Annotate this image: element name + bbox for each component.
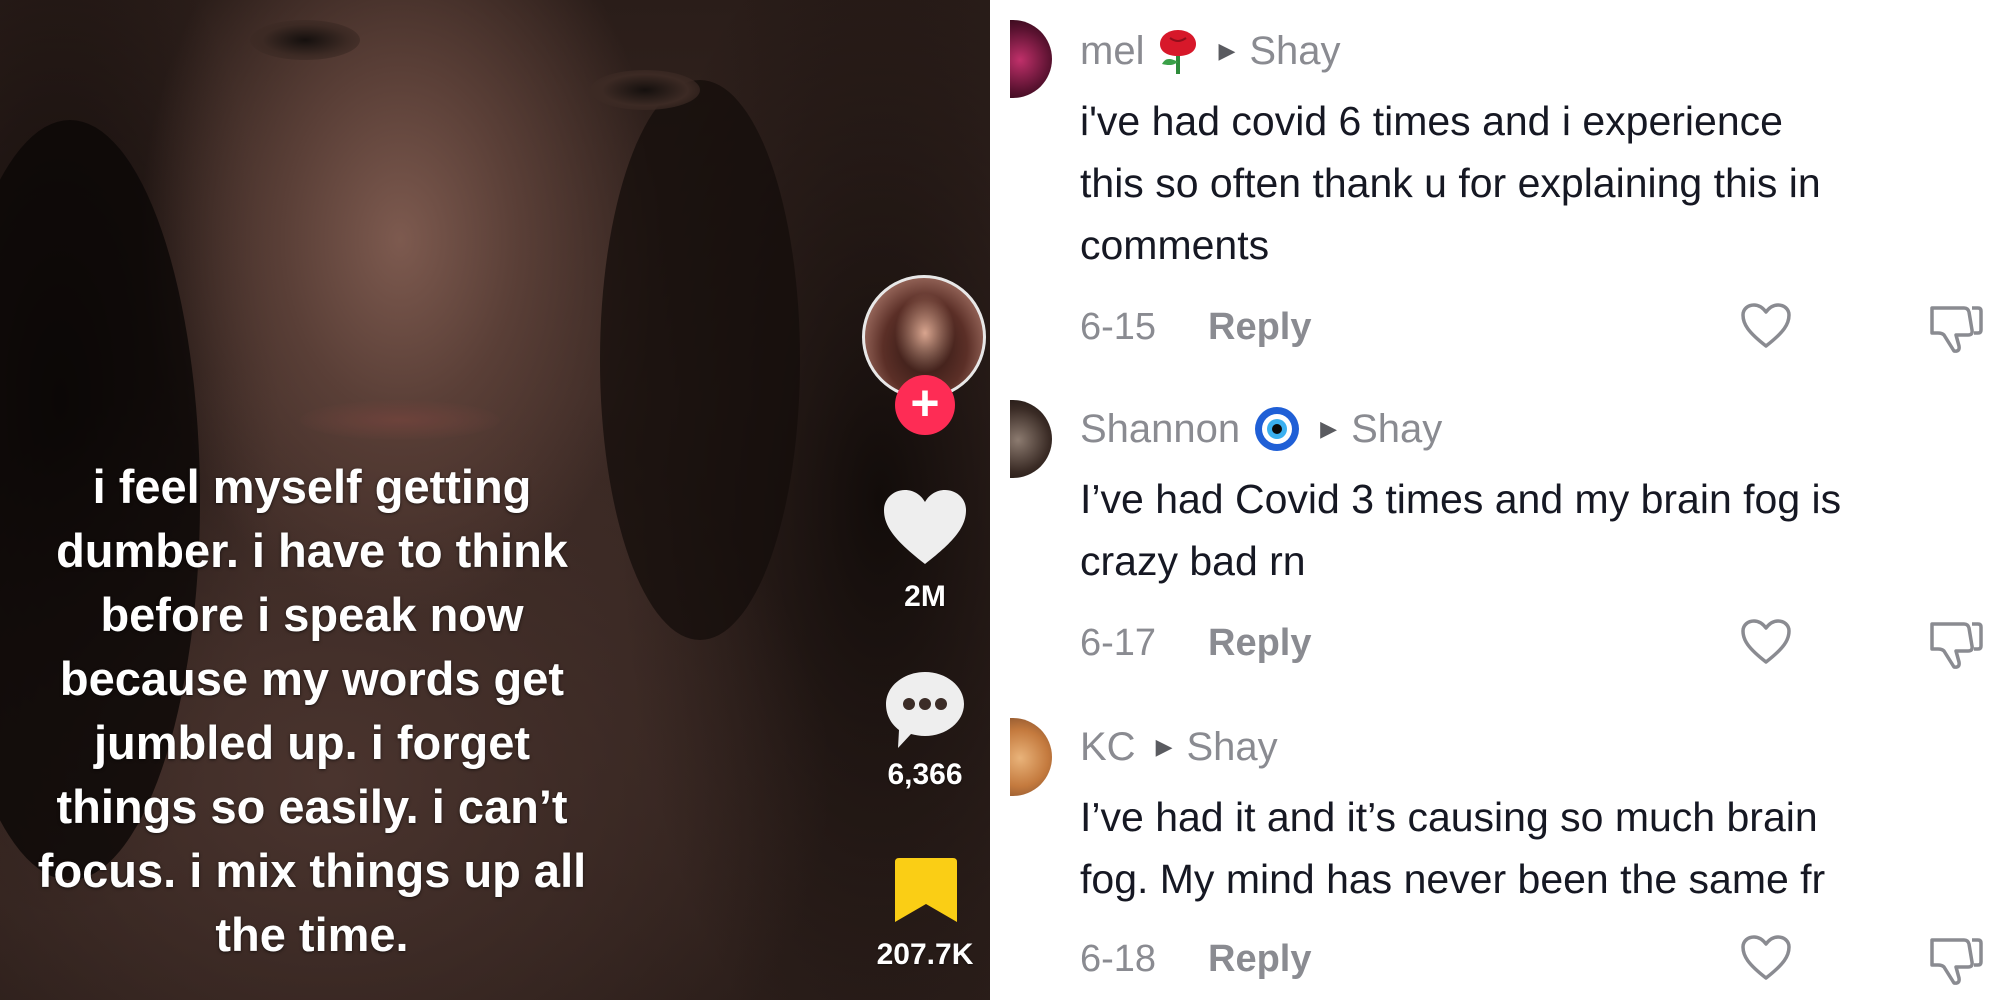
comment-author[interactable]: Shannon [1080,407,1240,452]
comment-header: Shannon ▶ Shay [1080,404,1442,454]
likes-count: 2M [904,580,946,613]
dislike-icon[interactable] [1928,618,1984,670]
video-caption: i feel myself getting dumber. i have to … [0,455,624,967]
comment-line: i've had covid 6 times and i experience [1080,98,1783,144]
rose-emoji-icon [1158,28,1198,74]
video-mouth [300,400,500,440]
comment-author[interactable]: mel [1080,29,1144,74]
dislike-icon[interactable] [1928,934,1984,986]
dislike-icon[interactable] [1928,302,1984,354]
video-eye-left [250,20,360,60]
commenter-avatar[interactable] [1010,400,1052,478]
video-eye-right [590,70,700,110]
comment-line: crazy bad rn [1080,538,1306,584]
like-heart-icon[interactable] [1740,618,1792,666]
comment-date: 6-18 [1080,937,1157,980]
caption-line: before i speak now [100,588,524,641]
nazar-amulet-emoji-icon [1254,406,1300,452]
caption-line: focus. i mix things up all [37,844,587,897]
follow-button[interactable]: + [895,375,955,435]
caption-line: i feel myself getting [92,460,532,513]
reply-button[interactable]: Reply [1208,306,1311,349]
like-heart-icon[interactable] [1740,302,1792,350]
comment-line: comments [1080,222,1270,268]
comment-author[interactable]: KC [1080,725,1136,770]
reply-button[interactable]: Reply [1208,938,1311,981]
heart-icon[interactable] [884,490,966,566]
caption-line: because my words get [59,652,565,705]
comments-panel: mel ▶ Shay i've had covid 6 times and i … [1010,0,2000,1000]
video-player[interactable]: i feel myself getting dumber. i have to … [0,0,990,1000]
comment-meta: 6-18 Reply [1080,934,1311,984]
comment-text: I’ve had it and it’s causing so much bra… [1080,786,2000,910]
comment-text: i've had covid 6 times and i experience … [1080,90,2000,276]
comment-header: KC ▶ Shay [1080,722,1278,772]
comment-bubble-icon[interactable] [884,670,966,750]
comment-header: mel ▶ Shay [1080,26,1341,76]
comment-line: fog. My mind has never been the same fr [1080,856,1826,902]
comment-line: I’ve had Covid 3 times and my brain fog … [1080,476,1842,522]
screenshot-collage: i feel myself getting dumber. i have to … [0,0,2000,1000]
reply-to-name[interactable]: Shay [1351,407,1442,452]
panel-divider [990,0,1010,1000]
reply-to-name[interactable]: Shay [1249,29,1340,74]
video-shadow-right [600,80,800,640]
comment-line: this so often thank u for explaining thi… [1080,160,1821,206]
caption-line: jumbled up. i forget [93,716,531,769]
reply-arrow-icon: ▶ [1320,416,1338,441]
like-heart-icon[interactable] [1740,934,1792,982]
comment-text: I’ve had Covid 3 times and my brain fog … [1080,468,2000,592]
comment-meta: 6-17 Reply [1080,618,1311,668]
reply-button[interactable]: Reply [1208,622,1311,665]
commenter-avatar[interactable] [1010,20,1052,98]
reply-to-name[interactable]: Shay [1187,725,1278,770]
saves-count: 207.7K [876,938,974,971]
commenter-avatar[interactable] [1010,718,1052,796]
caption-line: the time. [215,908,409,961]
bookmark-icon[interactable] [895,858,957,924]
comment-date: 6-15 [1080,305,1157,348]
comment-date: 6-17 [1080,621,1157,664]
reply-arrow-icon: ▶ [1218,38,1236,63]
comments-count: 6,366 [887,758,963,791]
comment-line: I’ve had it and it’s causing so much bra… [1080,794,1818,840]
caption-line: things so easily. i can’t [56,780,568,833]
caption-line: dumber. i have to think [56,524,568,577]
comment-meta: 6-15 Reply [1080,302,1311,352]
reply-arrow-icon: ▶ [1155,734,1173,759]
